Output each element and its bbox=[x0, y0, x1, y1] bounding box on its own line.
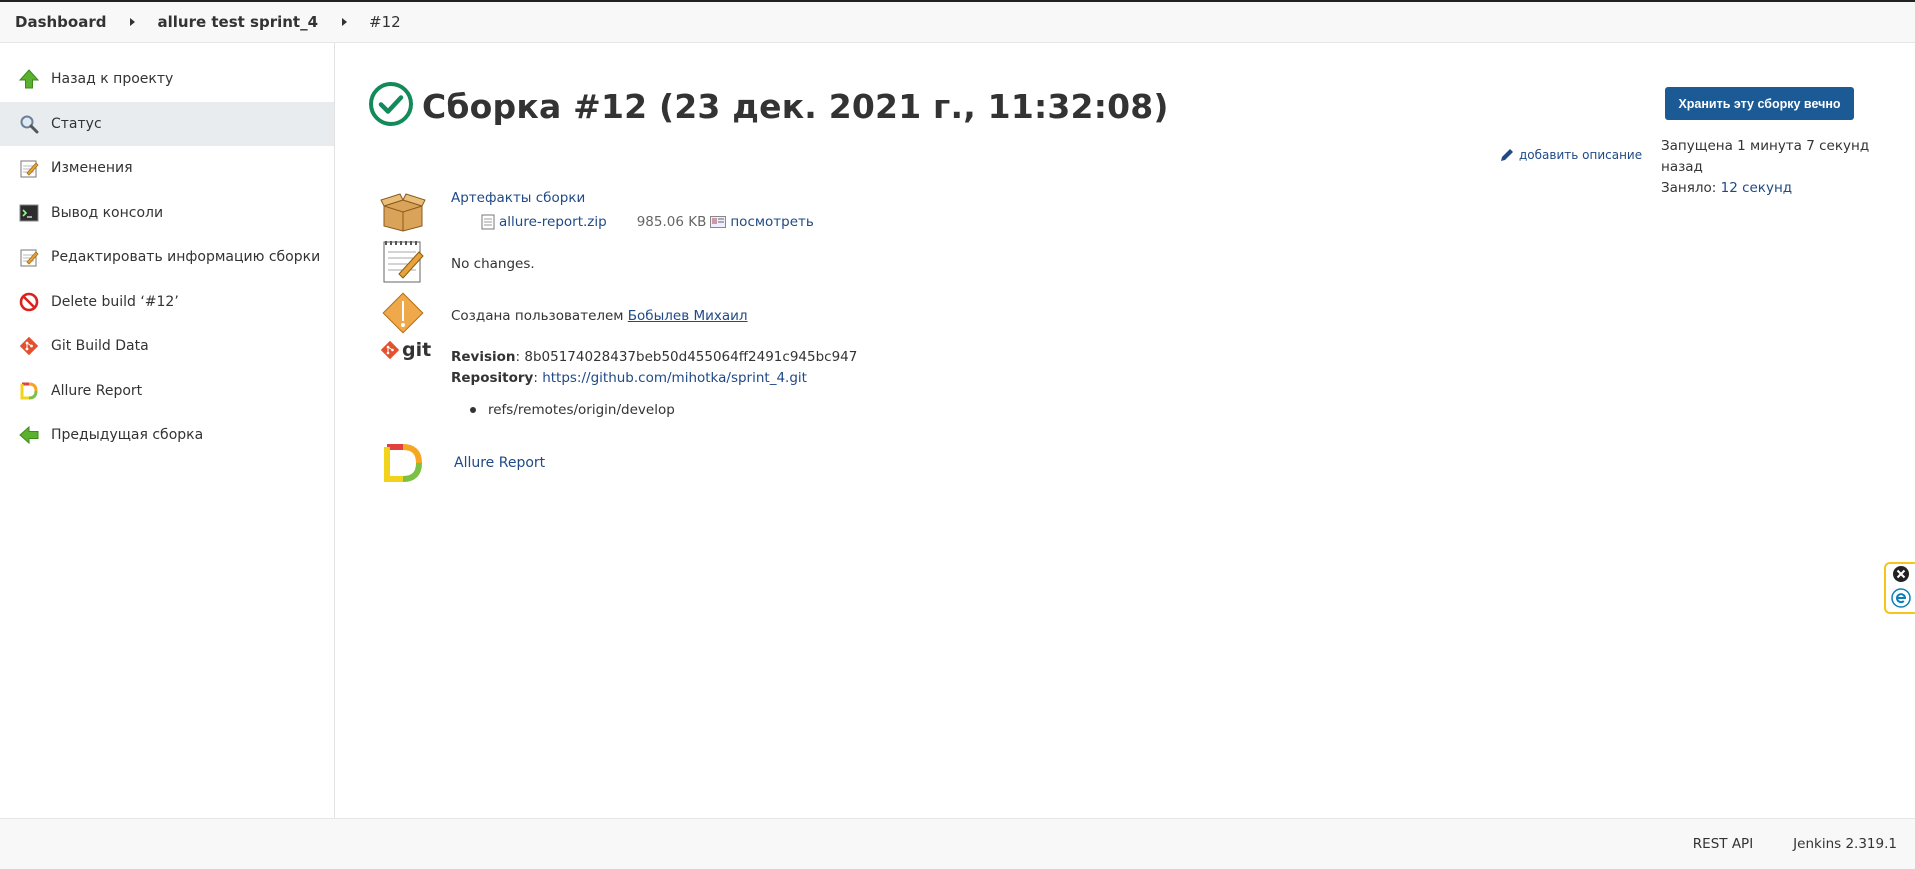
branch-name: refs/remotes/origin/develop bbox=[488, 402, 675, 418]
breadcrumb: Dashboard allure test sprint_4 #12 bbox=[0, 0, 1915, 43]
sidebar-item-changes[interactable]: Изменения bbox=[0, 146, 334, 191]
no-entry-icon bbox=[18, 291, 40, 313]
floating-widget bbox=[1884, 562, 1915, 614]
extension-icon[interactable] bbox=[1890, 587, 1911, 612]
sidebar-item-label: Статус bbox=[51, 115, 102, 132]
artifact-file-link[interactable]: allure-report.zip bbox=[499, 214, 607, 230]
view-artifact-link[interactable]: посмотреть bbox=[730, 214, 814, 230]
terminal-icon bbox=[18, 202, 40, 224]
notepad-icon bbox=[18, 157, 40, 179]
success-icon bbox=[368, 81, 414, 131]
allure-row bbox=[380, 441, 426, 485]
artifacts-row bbox=[380, 190, 426, 234]
duration-label: Заняло: bbox=[1661, 180, 1721, 196]
jenkins-version[interactable]: Jenkins 2.319.1 bbox=[1793, 836, 1897, 852]
started-by-label: Создана пользователем bbox=[451, 308, 628, 324]
file-icon bbox=[481, 214, 495, 230]
page-title: Сборка #12 (23 дек. 2021 г., 11:32:08) bbox=[422, 86, 1169, 126]
rest-api-link[interactable]: REST API bbox=[1693, 836, 1753, 852]
notepad-icon bbox=[18, 246, 40, 268]
sidebar-item-allure-report[interactable]: Allure Report bbox=[0, 369, 334, 414]
allure-icon bbox=[18, 380, 40, 402]
pencil-icon bbox=[1499, 147, 1515, 163]
revision-value: : 8b05174028437beb50d455064ff2491c945bc9… bbox=[515, 349, 858, 365]
close-icon[interactable] bbox=[1892, 565, 1910, 587]
sidebar-item-label: Delete build ‘#12’ bbox=[51, 293, 179, 310]
sidebar: Назад к проекту Статус Изменения Вывод к… bbox=[0, 43, 335, 818]
breadcrumb-project[interactable]: allure test sprint_4 bbox=[157, 13, 318, 31]
git-logo-text: git bbox=[402, 339, 432, 361]
add-description-link[interactable]: добавить описание bbox=[1499, 147, 1642, 163]
bullet-icon bbox=[470, 407, 476, 413]
notepad-icon bbox=[380, 239, 426, 283]
user-cause-icon bbox=[380, 291, 426, 335]
git-revision-block: Revision: 8b05174028437beb50d455064ff249… bbox=[451, 347, 857, 389]
artifact-item: allure-report.zip 985.06 KB посмотреть bbox=[481, 214, 814, 230]
keep-build-forever-button[interactable]: Хранить эту сборку вечно bbox=[1665, 87, 1854, 120]
sidebar-item-previous-build[interactable]: Предыдущая сборка bbox=[0, 413, 334, 458]
git-row: git bbox=[380, 339, 431, 361]
build-artifacts-link[interactable]: Артефакты сборки bbox=[451, 190, 585, 206]
footer: REST API Jenkins 2.319.1 bbox=[0, 818, 1915, 869]
search-icon bbox=[18, 113, 40, 135]
repository-line: Repository: https://github.com/mihotka/s… bbox=[451, 368, 857, 389]
git-logo-icon: git bbox=[380, 339, 431, 361]
fingerprint-icon[interactable] bbox=[710, 216, 727, 228]
main-panel: Сборка #12 (23 дек. 2021 г., 11:32:08) Х… bbox=[336, 43, 1915, 818]
arrow-up-icon bbox=[18, 68, 40, 90]
arrow-left-icon bbox=[18, 424, 40, 446]
duration-link[interactable]: 12 секунд bbox=[1721, 180, 1793, 196]
breadcrumb-separator-icon[interactable] bbox=[342, 18, 348, 26]
sidebar-item-label: Изменения bbox=[51, 160, 133, 177]
repository-separator: : bbox=[533, 370, 543, 386]
sidebar-item-label: Предыдущая сборка bbox=[51, 427, 204, 444]
sidebar-item-delete-build[interactable]: Delete build ‘#12’ bbox=[0, 280, 334, 325]
started-ago-text: Запущена 1 минута 7 секунд назад bbox=[1661, 138, 1870, 175]
build-header: Сборка #12 (23 дек. 2021 г., 11:32:08) bbox=[368, 81, 1169, 131]
sidebar-item-label: Редактировать информацию сборки bbox=[51, 249, 321, 266]
sidebar-item-label: Вывод консоли bbox=[51, 204, 164, 221]
started-by-text: Создана пользователем Бобылев Михаил bbox=[451, 308, 748, 324]
sidebar-item-label: Назад к проекту bbox=[51, 71, 174, 88]
package-icon bbox=[380, 190, 426, 234]
sidebar-item-edit-build-info[interactable]: Редактировать информацию сборки bbox=[0, 235, 334, 280]
revision-label: Revision bbox=[451, 349, 516, 365]
branch-list-item: refs/remotes/origin/develop bbox=[470, 402, 675, 418]
sidebar-item-back-to-project[interactable]: Назад к проекту bbox=[0, 57, 334, 102]
changes-row bbox=[380, 239, 426, 283]
sidebar-item-git-build-data[interactable]: Git Build Data bbox=[0, 324, 334, 369]
repository-label: Repository bbox=[451, 370, 534, 386]
breadcrumb-build[interactable]: #12 bbox=[369, 13, 401, 31]
breadcrumb-dashboard[interactable]: Dashboard bbox=[15, 13, 106, 31]
revision-line: Revision: 8b05174028437beb50d455064ff249… bbox=[451, 347, 857, 368]
allure-logo-icon[interactable] bbox=[380, 441, 426, 485]
sidebar-item-status[interactable]: Статус bbox=[0, 101, 334, 146]
sidebar-item-console-output[interactable]: Вывод консоли bbox=[0, 191, 334, 236]
sidebar-item-label: Allure Report bbox=[51, 382, 143, 399]
cause-row bbox=[380, 291, 426, 335]
build-meta: Запущена 1 минута 7 секунд назад Заняло:… bbox=[1661, 136, 1915, 199]
sidebar-item-label: Git Build Data bbox=[51, 338, 149, 355]
allure-report-link[interactable]: Allure Report bbox=[454, 455, 545, 471]
add-description-label: добавить описание bbox=[1519, 148, 1643, 162]
breadcrumb-separator-icon[interactable] bbox=[130, 18, 136, 26]
duration-text: Заняло: 12 секунд bbox=[1661, 178, 1915, 199]
artifact-size: 985.06 KB bbox=[636, 214, 707, 230]
user-link[interactable]: Бобылев Михаил bbox=[628, 308, 748, 324]
no-changes-text: No changes. bbox=[451, 256, 535, 272]
git-icon bbox=[18, 335, 40, 357]
repository-link[interactable]: https://github.com/mihotka/sprint_4.git bbox=[542, 370, 807, 386]
